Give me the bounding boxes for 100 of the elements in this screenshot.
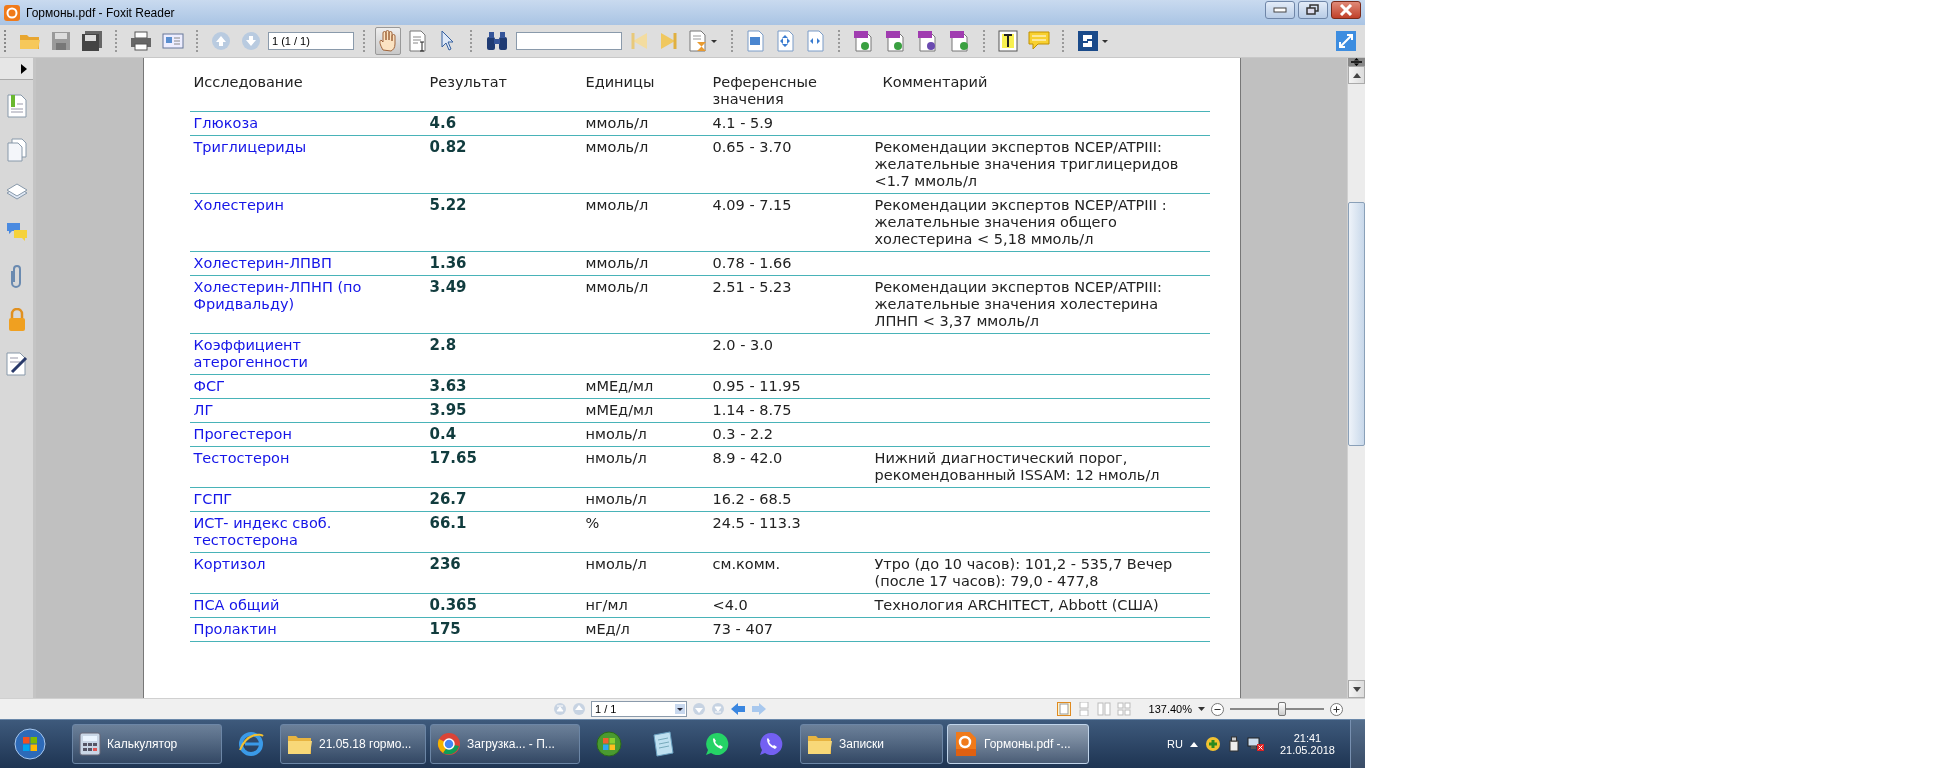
comment-cell: Рекомендации экспертов NCEP/ATPIII : желательные значения общего холестерина < 5,18 ммоль/л xyxy=(874,197,1167,247)
globe-icon xyxy=(237,730,265,758)
zoom-out-icon[interactable] xyxy=(1211,702,1224,716)
bookmark-page-icon[interactable] xyxy=(6,94,27,118)
paperclip-icon[interactable] xyxy=(9,264,24,288)
expand-panel-button[interactable] xyxy=(0,58,33,80)
phone-bubble-icon xyxy=(758,731,784,757)
units-cell: нмоль/л xyxy=(585,491,647,507)
document-logo-icon xyxy=(954,731,978,757)
result-cell: 3.95 xyxy=(425,398,582,423)
reference-cell: 2.0 - 3.0 xyxy=(708,333,871,375)
document-pen-icon[interactable] xyxy=(5,352,28,376)
units-cell: ммоль/л xyxy=(585,115,649,131)
calculator-icon xyxy=(79,732,101,756)
network-warning-icon[interactable] xyxy=(1246,736,1265,752)
show-desktop-button[interactable] xyxy=(1350,720,1365,768)
minimize-icon xyxy=(1273,7,1287,13)
result-cell: 1.36 xyxy=(425,251,582,276)
close-button[interactable] xyxy=(1331,1,1361,19)
reference-cell: 4.1 - 5.9 xyxy=(708,111,871,136)
search-field[interactable] xyxy=(516,32,622,50)
reference-cell: 0.78 - 1.66 xyxy=(708,251,871,276)
reference-cell: см.комм. xyxy=(708,552,871,594)
column-header: Референсные значения xyxy=(708,72,871,112)
triangle-right-icon xyxy=(21,63,27,74)
zoom-in-icon[interactable] xyxy=(1330,702,1343,716)
taskbar-button[interactable]: Записки xyxy=(800,724,943,764)
folder-icon xyxy=(287,733,313,755)
restore-icon xyxy=(1306,4,1320,16)
reference-cell: 73 - 407 xyxy=(708,617,871,642)
restore-button[interactable] xyxy=(1298,1,1328,19)
page-number-field[interactable]: 1 (1 / 1) xyxy=(268,32,354,50)
result-cell: 3.63 xyxy=(425,374,582,399)
units-cell: ммоль/л xyxy=(585,255,649,271)
usb-drive-icon[interactable] xyxy=(1227,736,1240,752)
result-cell: 5.22 xyxy=(425,193,582,252)
caret-up-icon[interactable] xyxy=(1189,741,1198,747)
result-cell: 2.8 xyxy=(425,333,582,375)
layers-icon[interactable] xyxy=(5,182,28,202)
taskbar-button[interactable]: 21.05.18 гормо... xyxy=(280,724,426,764)
taskbar-button[interactable]: Гормоны.pdf -... xyxy=(947,724,1089,764)
zoom-level[interactable]: 137.40% xyxy=(1148,703,1192,715)
windows-logo-icon xyxy=(14,728,46,760)
result-cell: 0.4 xyxy=(425,422,582,447)
result-cell: 0.365 xyxy=(425,593,582,618)
reference-cell: 2.51 - 5.23 xyxy=(708,275,871,334)
folder-icon xyxy=(807,733,833,755)
single-page-icon[interactable] xyxy=(1056,702,1071,716)
reference-cell: 1.14 - 8.75 xyxy=(708,398,871,423)
clock-date[interactable]: 21.05.2018 xyxy=(1279,744,1335,756)
comment-cell: Нижний диагностический порог, рекомендованный ISSAM: 12 нмоль/л xyxy=(874,450,1160,483)
test-name-cell: ПСА общий xyxy=(189,593,426,618)
reference-cell: 0.95 - 11.95 xyxy=(708,374,871,399)
test-name-cell: Прогестерон xyxy=(189,422,426,447)
text-tool-icon[interactable] xyxy=(995,27,1021,55)
comment-cell: Рекомендации экспертов NCEP/ATPIII: желательные значения триглицеридов <1.7 ммоль/л xyxy=(874,139,1179,189)
test-name-cell: Кортизол xyxy=(189,552,426,594)
result-cell: 3.49 xyxy=(425,275,582,334)
units-cell: нмоль/л xyxy=(585,426,647,442)
back-arrow-icon[interactable] xyxy=(730,702,746,716)
minimize-button[interactable] xyxy=(1265,1,1295,19)
test-name-cell: Тестостерон xyxy=(189,446,426,488)
column-header: Единицы xyxy=(581,72,709,112)
taskbar-button[interactable]: Загрузка... - П... xyxy=(430,724,580,764)
result-cell: 4.6 xyxy=(425,111,582,136)
column-header: Исследование xyxy=(189,72,426,112)
slider-thumb[interactable] xyxy=(1277,702,1286,716)
pages-icon[interactable] xyxy=(6,138,27,162)
reference-cell: 0.65 - 3.70 xyxy=(708,135,871,194)
orb-icon xyxy=(595,730,623,758)
page-selector[interactable]: 1 / 1 xyxy=(591,701,687,717)
test-name-cell: Холестерин-ЛПНП (по Фридвальду) xyxy=(189,275,426,334)
notepad-icon xyxy=(651,731,675,757)
test-name-cell: ЛГ xyxy=(189,398,426,423)
comment-cell: Утро (до 10 часов): 101,2 - 535,7 Вечер (после 17 часов): 79,0 - 477,8 xyxy=(874,556,1173,589)
units-cell: ммоль/л xyxy=(585,197,649,213)
test-name-cell: ИСТ- индекс своб. тестостерона xyxy=(189,511,426,553)
result-cell: 0.82 xyxy=(425,135,582,194)
reference-cell: 24.5 - 113.3 xyxy=(708,511,871,553)
units-cell: ммоль/л xyxy=(585,279,649,295)
scroll-down-icon[interactable] xyxy=(1352,686,1361,692)
zoom-slider[interactable] xyxy=(1230,702,1324,716)
units-cell: мЕд/л xyxy=(585,621,630,637)
clock-time[interactable]: 21:41 xyxy=(1293,732,1322,744)
test-name-cell: ГСПГ xyxy=(189,487,426,512)
splitter-icon[interactable] xyxy=(1348,58,1365,66)
vertical-scrollbar[interactable] xyxy=(1347,58,1365,698)
test-name-cell: Коэффициент атерогенности xyxy=(189,333,426,375)
result-cell: 66.1 xyxy=(425,511,582,553)
comment-cell: Рекомендации экспертов NCEP/ATPIII: желательные значения холестерина ЛПНП < 3,37 ммоль/л xyxy=(874,279,1162,329)
language-indicator[interactable]: RU xyxy=(1167,738,1183,750)
plus-badge-icon[interactable] xyxy=(1204,736,1221,752)
hand-tool-icon[interactable] xyxy=(375,27,401,55)
taskbar-button[interactable]: Калькулятор xyxy=(72,724,222,764)
column-header: Комментарий xyxy=(870,72,1210,112)
caret-icon[interactable] xyxy=(1198,706,1205,712)
scroll-up-icon[interactable] xyxy=(1352,72,1361,78)
result-cell: 175 xyxy=(425,617,582,642)
reference-cell: 4.09 - 7.15 xyxy=(708,193,871,252)
circle-logo-icon xyxy=(437,732,461,756)
